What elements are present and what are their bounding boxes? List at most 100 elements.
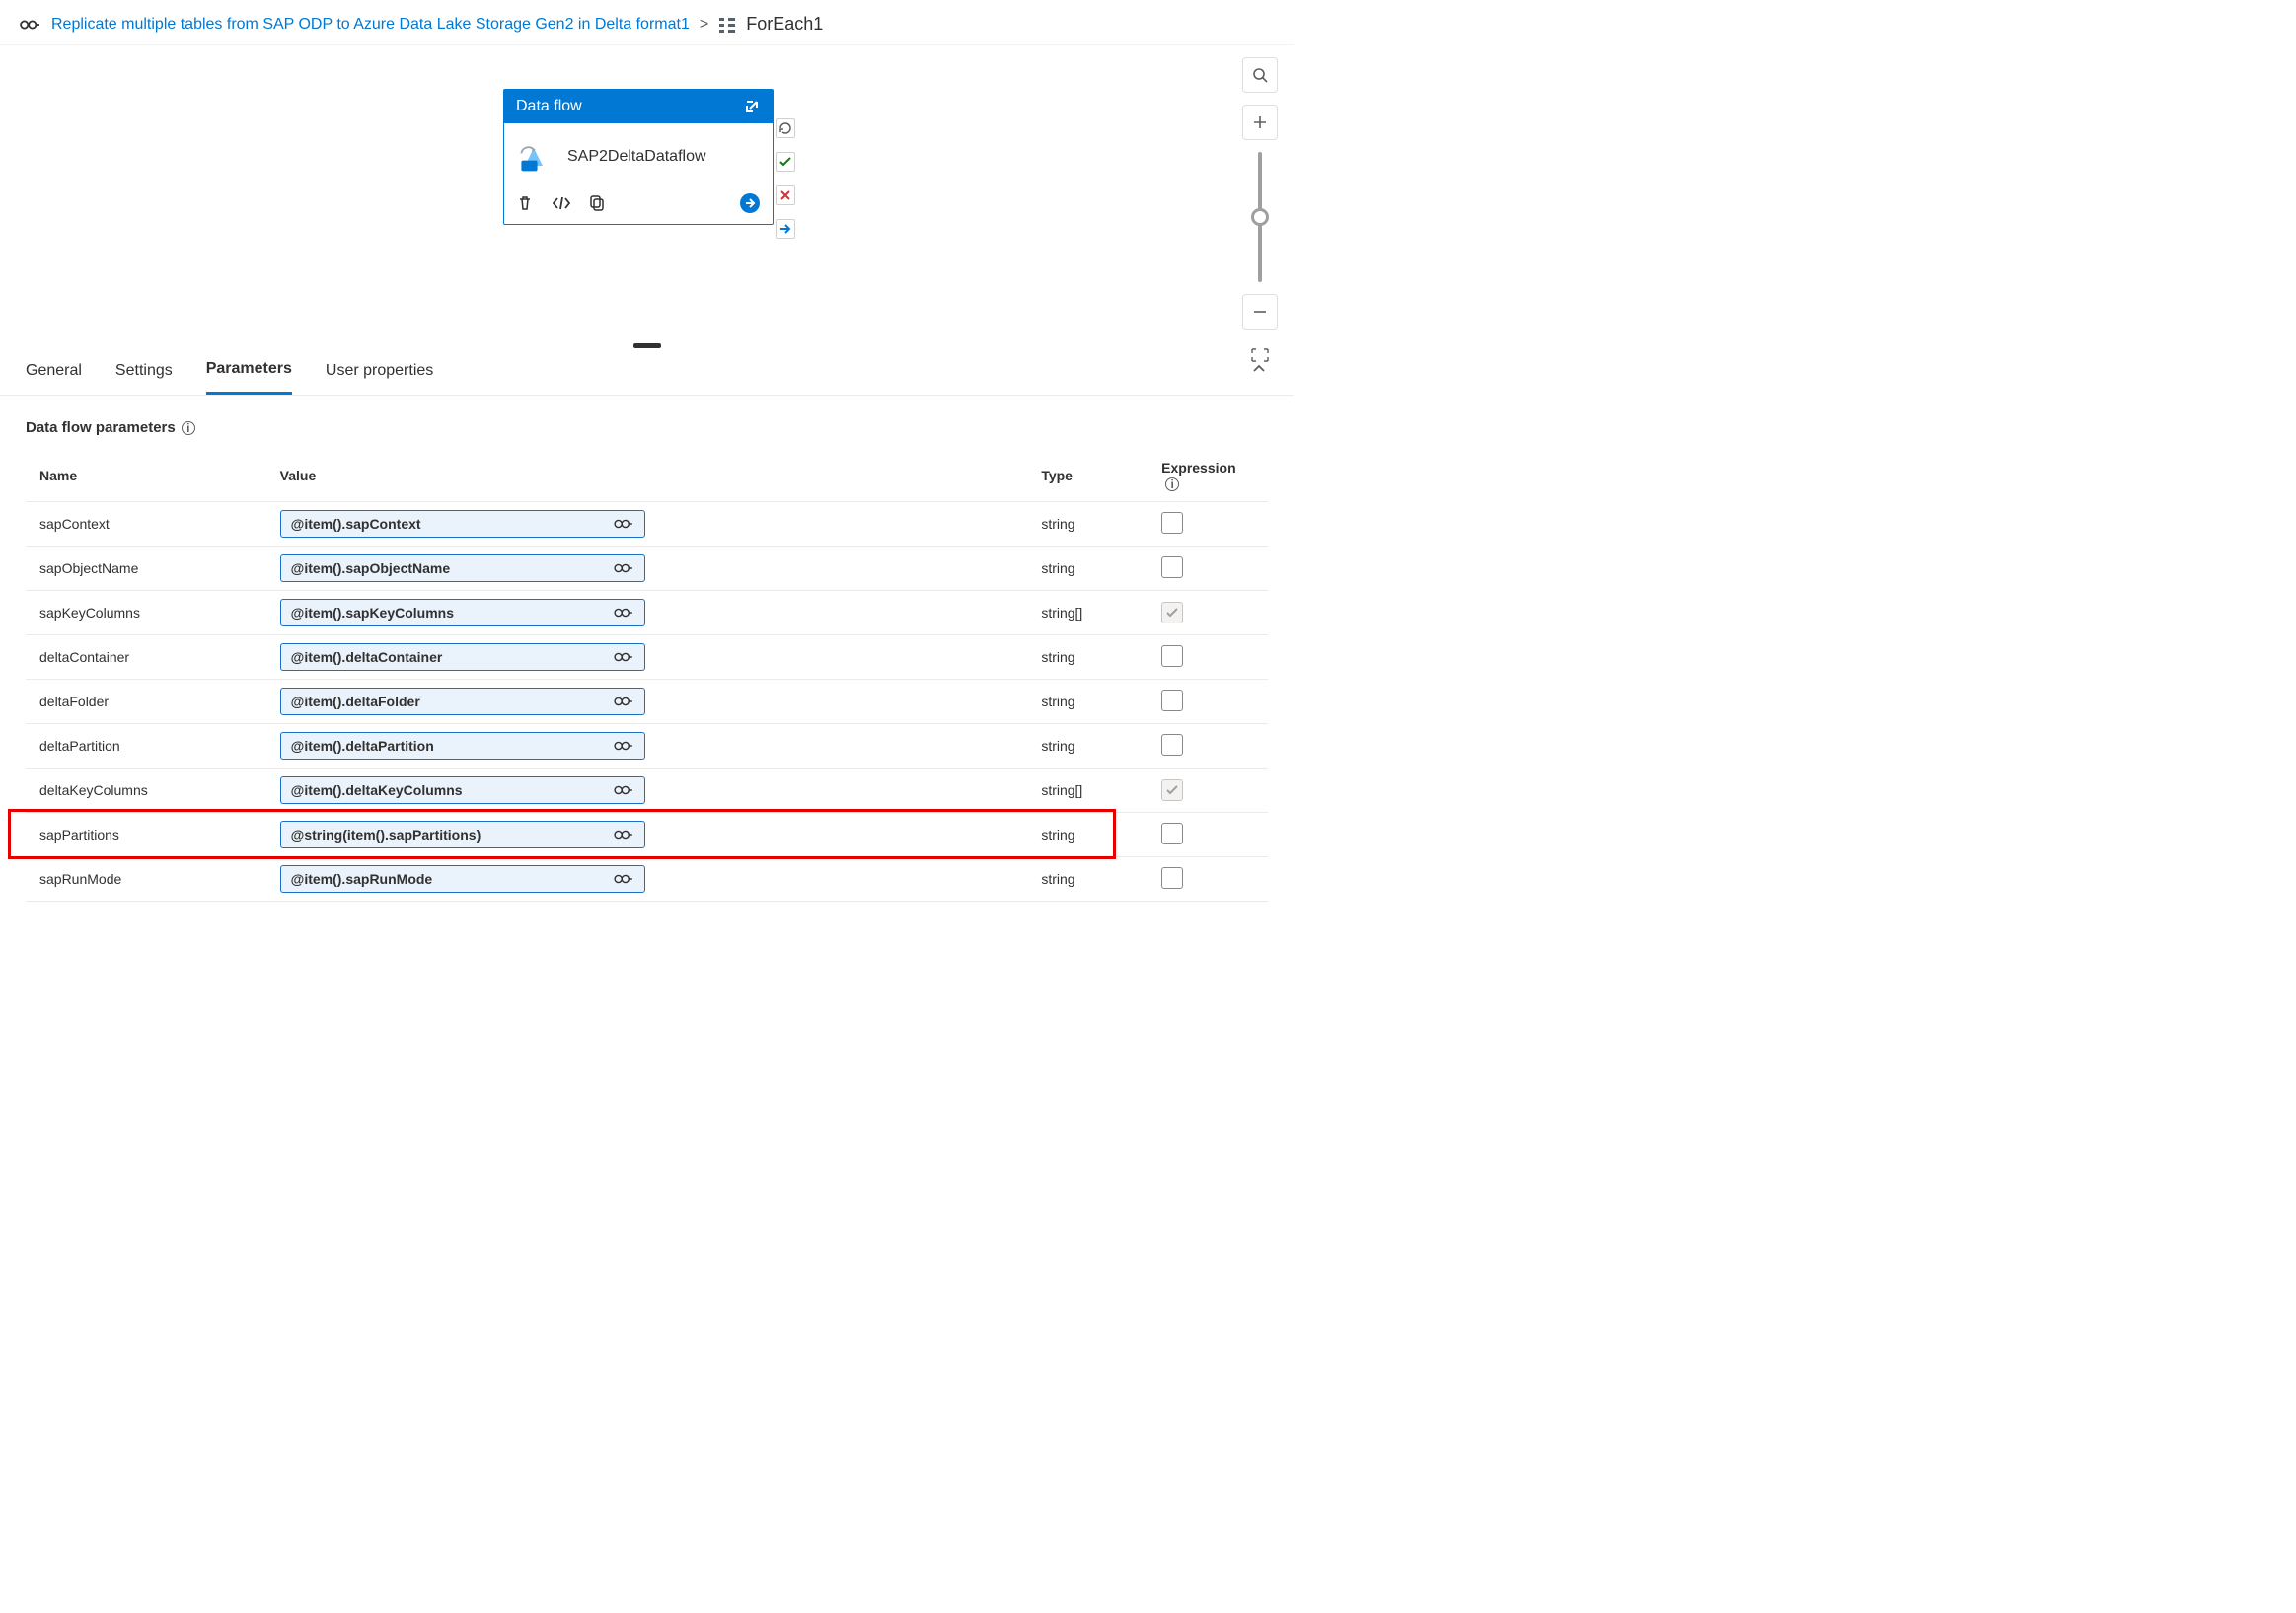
- param-name: sapPartitions: [26, 813, 266, 857]
- parameters-section: Data flow parameters i Name Value Type E…: [0, 396, 1294, 912]
- param-expression-cell: [1148, 813, 1268, 857]
- table-row: sapKeyColumns @item().sapKeyColumns string…: [26, 591, 1268, 635]
- param-type: string: [1027, 635, 1148, 680]
- collapse-panel-icon[interactable]: [1250, 360, 1268, 378]
- expression-checkbox[interactable]: [1161, 645, 1183, 667]
- status-skip-icon[interactable]: [776, 219, 795, 239]
- parameters-table: Name Value Type Expression i sapContext @…: [26, 450, 1268, 902]
- expression-checkbox: [1161, 779, 1183, 801]
- param-value-cell: @item().sapContext: [266, 502, 1028, 547]
- expression-checkbox[interactable]: [1161, 512, 1183, 534]
- breadcrumb-link[interactable]: Replicate multiple tables from SAP ODP t…: [51, 16, 690, 34]
- expression-checkbox[interactable]: [1161, 556, 1183, 578]
- expression-checkbox[interactable]: [1161, 823, 1183, 844]
- param-type: string: [1027, 857, 1148, 902]
- go-arrow-icon[interactable]: [739, 192, 761, 214]
- breadcrumb-separator: >: [700, 16, 708, 34]
- param-name: sapContext: [26, 502, 266, 547]
- pipeline-icon: [20, 16, 41, 34]
- param-value-input[interactable]: @item().sapObjectName: [280, 554, 645, 582]
- zoom-out-button[interactable]: [1242, 294, 1278, 330]
- expression-checkbox[interactable]: [1161, 734, 1183, 756]
- dataflow-activity-card[interactable]: Data flow SAP2DeltaDataflow: [503, 89, 774, 225]
- canvas[interactable]: Data flow SAP2DeltaDataflow: [0, 44, 1294, 346]
- zoom-rail: [1242, 57, 1278, 363]
- activity-body: SAP2DeltaDataflow: [504, 123, 773, 186]
- param-value-cell: @string(item().sapPartitions): [266, 813, 1028, 857]
- table-row: deltaPartition @item().deltaPartition stri…: [26, 724, 1268, 769]
- param-name: deltaKeyColumns: [26, 769, 266, 813]
- table-row: deltaContainer @item().deltaContainer stri…: [26, 635, 1268, 680]
- param-value-input[interactable]: @item().deltaPartition: [280, 732, 645, 760]
- param-type: string[]: [1027, 769, 1148, 813]
- tab-user-properties[interactable]: User properties: [326, 348, 433, 394]
- param-type: string[]: [1027, 591, 1148, 635]
- activity-name: SAP2DeltaDataflow: [567, 148, 706, 166]
- param-name: sapKeyColumns: [26, 591, 266, 635]
- table-row: deltaKeyColumns @item().deltaKeyColumns st…: [26, 769, 1268, 813]
- param-expression-cell: [1148, 680, 1268, 724]
- table-row: sapContext @item().sapContext string: [26, 502, 1268, 547]
- param-expression-cell: [1148, 591, 1268, 635]
- param-type: string: [1027, 502, 1148, 547]
- param-value-input[interactable]: @item().sapKeyColumns: [280, 599, 645, 626]
- activity-header: Data flow: [504, 90, 773, 123]
- expression-checkbox[interactable]: [1161, 867, 1183, 889]
- clone-icon[interactable]: [589, 194, 607, 212]
- breadcrumb-current: ForEach1: [746, 14, 823, 35]
- tab-parameters[interactable]: Parameters: [206, 346, 292, 395]
- status-fail-icon[interactable]: [776, 185, 795, 205]
- zoom-in-button[interactable]: [1242, 105, 1278, 140]
- tab-general[interactable]: General: [26, 348, 82, 394]
- param-name: deltaContainer: [26, 635, 266, 680]
- info-icon[interactable]: i: [1165, 477, 1179, 491]
- param-expression-cell: [1148, 635, 1268, 680]
- zoom-slider[interactable]: [1246, 152, 1274, 282]
- table-row: sapPartitions @string(item().sapPartition…: [26, 813, 1268, 857]
- status-success-icon[interactable]: [776, 152, 795, 172]
- param-value-input[interactable]: @item().sapContext: [280, 510, 645, 538]
- param-value-input[interactable]: @item().deltaContainer: [280, 643, 645, 671]
- activity-status-column: [776, 118, 795, 239]
- expression-checkbox[interactable]: [1161, 690, 1183, 711]
- expression-checkbox: [1161, 602, 1183, 623]
- code-icon[interactable]: [552, 194, 571, 212]
- param-expression-cell: [1148, 857, 1268, 902]
- param-name: sapRunMode: [26, 857, 266, 902]
- param-value-cell: @item().deltaKeyColumns: [266, 769, 1028, 813]
- table-row: sapRunMode @item().sapRunMode string: [26, 857, 1268, 902]
- table-row: sapObjectName @item().sapObjectName string: [26, 547, 1268, 591]
- details-tabs: General Settings Parameters User propert…: [0, 346, 1294, 396]
- param-name: deltaPartition: [26, 724, 266, 769]
- param-value-cell: @item().deltaPartition: [266, 724, 1028, 769]
- param-name: sapObjectName: [26, 547, 266, 591]
- param-value-input[interactable]: @item().deltaKeyColumns: [280, 776, 645, 804]
- col-header-expression: Expression i: [1148, 450, 1268, 502]
- info-icon[interactable]: i: [182, 421, 195, 435]
- param-type: string: [1027, 724, 1148, 769]
- activity-footer: [504, 186, 773, 224]
- param-type: string: [1027, 547, 1148, 591]
- param-name: deltaFolder: [26, 680, 266, 724]
- delete-icon[interactable]: [516, 194, 534, 212]
- activity-type-label: Data flow: [516, 98, 582, 115]
- status-retry-icon[interactable]: [776, 118, 795, 138]
- col-header-value: Value: [266, 450, 1028, 502]
- param-type: string: [1027, 680, 1148, 724]
- param-value-input[interactable]: @string(item().sapPartitions): [280, 821, 645, 848]
- param-expression-cell: [1148, 769, 1268, 813]
- param-expression-cell: [1148, 502, 1268, 547]
- param-value-cell: @item().sapKeyColumns: [266, 591, 1028, 635]
- param-value-input[interactable]: @item().sapRunMode: [280, 865, 645, 893]
- col-header-name: Name: [26, 450, 266, 502]
- open-in-new-icon[interactable]: [743, 98, 761, 115]
- breadcrumb: Replicate multiple tables from SAP ODP t…: [0, 0, 1294, 44]
- search-icon[interactable]: [1242, 57, 1278, 93]
- foreach-icon: [718, 16, 736, 34]
- section-heading: Data flow parameters i: [26, 419, 1268, 436]
- col-header-type: Type: [1027, 450, 1148, 502]
- param-expression-cell: [1148, 724, 1268, 769]
- param-value-input[interactable]: @item().deltaFolder: [280, 688, 645, 715]
- tab-settings[interactable]: Settings: [115, 348, 173, 394]
- param-value-cell: @item().sapObjectName: [266, 547, 1028, 591]
